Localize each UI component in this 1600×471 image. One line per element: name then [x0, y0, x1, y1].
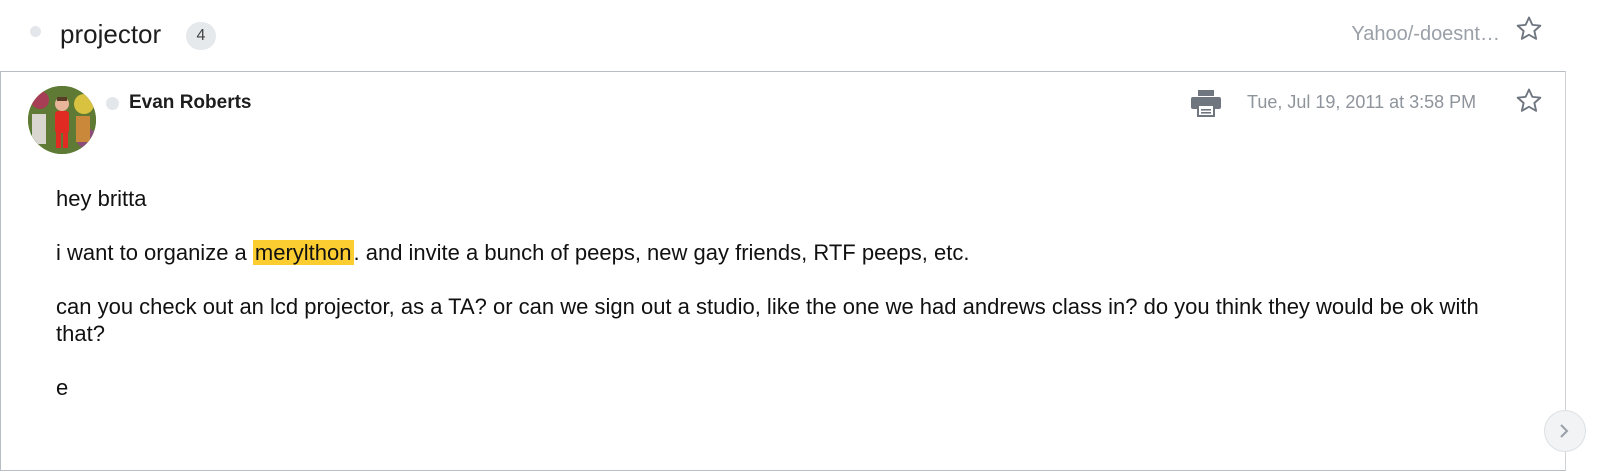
search-highlight: merylthon [252, 240, 354, 265]
message-body: hey britta i want to organize a meryltho… [56, 185, 1526, 428]
next-message-button[interactable] [1544, 410, 1586, 452]
message-date: Tue, Jul 19, 2011 at 3:58 PM [1247, 92, 1477, 112]
printer-icon[interactable] [1189, 88, 1223, 118]
message-card: Evan Roberts Tue, Jul 19, 2011 at 3:58 P… [0, 71, 1566, 471]
star-icon[interactable] [1514, 14, 1544, 44]
sender-name[interactable]: Evan Roberts [129, 91, 251, 115]
folder-label[interactable]: Yahoo/-doesnt… [1351, 18, 1500, 50]
chevron-right-icon [1560, 424, 1569, 438]
sender-avatar[interactable] [28, 86, 96, 154]
body-text: . and invite a bunch of peeps, new gay f… [353, 240, 970, 265]
body-paragraph: can you check out an lcd projector, as a… [56, 294, 1479, 346]
greeting-line: hey britta [56, 186, 147, 211]
thread-header: projector 4 Yahoo/-doesnt… [0, 0, 1600, 72]
body-paragraph: i want to organize a merylthon. and invi… [56, 239, 1526, 266]
message-count-badge: 4 [186, 22, 216, 50]
star-icon[interactable] [1514, 86, 1544, 116]
signoff-line: e [56, 375, 69, 400]
thread-subject: projector [60, 19, 162, 49]
body-text: i want to organize a [56, 240, 253, 265]
unread-indicator-dot [30, 26, 41, 37]
presence-dot [106, 97, 119, 110]
